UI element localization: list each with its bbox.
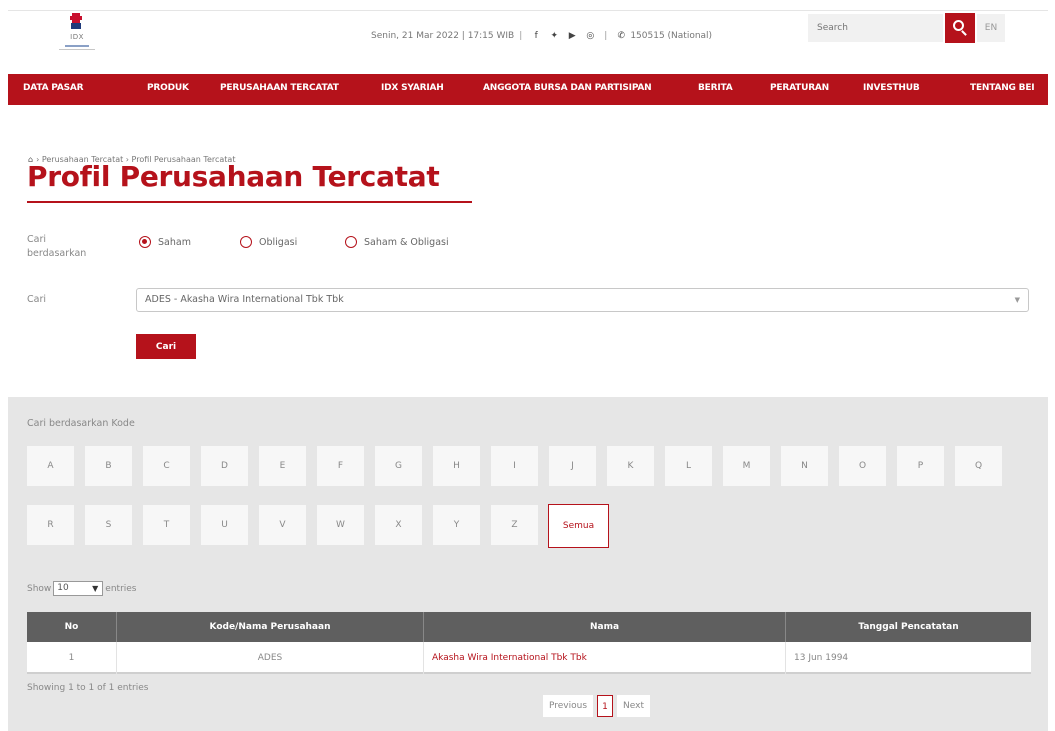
- radio-saham[interactable]: Saham: [139, 236, 191, 248]
- nav-item-idx-syariah[interactable]: IDX SYARIAH: [381, 83, 444, 93]
- pagination: Previous 1 Next: [543, 695, 651, 717]
- column-header-tanggal[interactable]: Tanggal Pencatatan: [786, 612, 1031, 642]
- letter-key[interactable]: R: [27, 505, 74, 545]
- radio-unchecked-icon: [240, 236, 252, 248]
- nav-item-investhub[interactable]: INVESTHUB: [863, 83, 920, 93]
- next-button[interactable]: Next: [617, 695, 651, 717]
- column-header-no[interactable]: No: [27, 612, 117, 642]
- letter-key[interactable]: B: [85, 446, 132, 486]
- letter-key[interactable]: Q: [955, 446, 1002, 486]
- letter-key[interactable]: Z: [491, 505, 538, 545]
- twitter-icon[interactable]: ✦: [549, 31, 559, 41]
- column-header-kode[interactable]: Kode/Nama Perusahaan: [117, 612, 424, 642]
- showing-info: Showing 1 to 1 of 1 entries: [27, 683, 149, 693]
- cell-no: 1: [27, 642, 117, 674]
- nav-item-berita[interactable]: BERITA: [698, 83, 733, 93]
- company-select-value: ADES - Akasha Wira International Tbk Tbk: [145, 294, 344, 305]
- phone-icon: ✆: [617, 31, 626, 41]
- letter-key[interactable]: V: [259, 505, 306, 545]
- letter-key[interactable]: W: [317, 505, 364, 545]
- nav-item-anggota-bursa[interactable]: ANGGOTA BURSA DAN PARTISIPAN: [483, 83, 652, 93]
- letter-key[interactable]: S: [85, 505, 132, 545]
- company-select[interactable]: ADES - Akasha Wira International Tbk Tbk…: [136, 288, 1029, 312]
- logo-text: IDX: [70, 33, 84, 41]
- letter-key[interactable]: Y: [433, 505, 480, 545]
- title-underline: [27, 201, 472, 203]
- cari-button[interactable]: Cari: [136, 334, 196, 359]
- letter-key[interactable]: E: [259, 446, 306, 486]
- show-entries: Show 10 ▼ entries: [27, 581, 137, 596]
- letter-key[interactable]: L: [665, 446, 712, 486]
- chevron-down-icon: ▼: [92, 584, 99, 593]
- youtube-icon[interactable]: ▶: [567, 31, 577, 41]
- letter-key[interactable]: D: [201, 446, 248, 486]
- letter-key[interactable]: C: [143, 446, 190, 486]
- nav-item-data-pasar[interactable]: DATA PASAR: [23, 83, 84, 93]
- search-input[interactable]: [808, 14, 943, 42]
- letter-key[interactable]: O: [839, 446, 886, 486]
- cell-kode: ADES: [117, 642, 424, 674]
- radio-label: Saham & Obligasi: [364, 236, 449, 248]
- separator: |: [604, 31, 608, 41]
- chevron-down-icon: ▼: [1014, 296, 1020, 304]
- letter-key[interactable]: I: [491, 446, 538, 486]
- cell-tanggal: 13 Jun 1994: [794, 653, 849, 663]
- letter-key[interactable]: T: [143, 505, 190, 545]
- kode-panel-label: Cari berdasarkan Kode: [27, 418, 135, 429]
- column-header-nama[interactable]: Nama: [424, 612, 786, 642]
- cari-label: Cari: [27, 294, 46, 305]
- language-switch[interactable]: EN: [977, 14, 1005, 42]
- previous-button[interactable]: Previous: [543, 695, 594, 717]
- main-nav: DATA PASAR PRODUK PERUSAHAAN TERCATAT ID…: [8, 74, 1048, 105]
- radio-obligasi[interactable]: Obligasi: [240, 236, 297, 248]
- logo-underline-2: [59, 49, 95, 50]
- radio-saham-obligasi[interactable]: Saham & Obligasi: [345, 236, 449, 248]
- logo-mark-icon: [70, 13, 82, 29]
- separator: |: [519, 31, 523, 41]
- nav-item-tentang-bei[interactable]: TENTANG BEI: [970, 83, 1035, 93]
- entries-value: 10: [57, 583, 69, 593]
- date-time: Senin, 21 Mar 2022 | 17:15 WIB: [371, 31, 515, 41]
- letter-key[interactable]: F: [317, 446, 364, 486]
- show-label: Show: [27, 583, 52, 594]
- page-title: Profil Perusahaan Tercatat: [27, 160, 440, 193]
- radio-unchecked-icon: [345, 236, 357, 248]
- logo-underline: [65, 45, 89, 47]
- letter-key[interactable]: J: [549, 446, 596, 486]
- nav-item-produk[interactable]: PRODUK: [147, 83, 189, 93]
- letter-key[interactable]: U: [201, 505, 248, 545]
- radio-label: Obligasi: [259, 236, 298, 248]
- entries-label: entries: [105, 583, 137, 594]
- letter-key[interactable]: A: [27, 446, 74, 486]
- top-info: Senin, 21 Mar 2022 | 17:15 WIB | f ✦ ▶ ◎…: [371, 31, 712, 41]
- cell-nama-link[interactable]: Akasha Wira International Tbk Tbk: [424, 642, 786, 674]
- call-center-number[interactable]: 150515 (National): [630, 31, 712, 41]
- letter-key[interactable]: N: [781, 446, 828, 486]
- letter-key[interactable]: X: [375, 505, 422, 545]
- entries-select[interactable]: 10 ▼: [53, 581, 104, 596]
- letter-key[interactable]: P: [897, 446, 944, 486]
- letter-key[interactable]: K: [607, 446, 654, 486]
- facebook-icon[interactable]: f: [531, 31, 541, 41]
- cari-berdasarkan-label: Cari berdasarkan: [27, 234, 87, 259]
- table-row: 1 ADES Akasha Wira International Tbk Tbk…: [27, 642, 1031, 674]
- nav-item-peraturan[interactable]: PERATURAN: [770, 83, 829, 93]
- search-icon-handle: [961, 30, 967, 36]
- letter-key[interactable]: M: [723, 446, 770, 486]
- letter-key[interactable]: H: [433, 446, 480, 486]
- semua-key[interactable]: Semua: [548, 504, 609, 548]
- search-button[interactable]: [945, 13, 975, 43]
- idx-logo[interactable]: IDX: [55, 11, 105, 65]
- instagram-icon[interactable]: ◎: [585, 31, 595, 41]
- table-header: No Kode/Nama Perusahaan Nama Tanggal Pen…: [27, 612, 1031, 642]
- letter-key[interactable]: G: [375, 446, 422, 486]
- radio-label: Saham: [158, 236, 191, 248]
- nav-item-perusahaan-tercatat[interactable]: PERUSAHAAN TERCATAT: [220, 83, 339, 93]
- page-button-current[interactable]: 1: [597, 695, 614, 717]
- radio-checked-icon: [139, 236, 151, 248]
